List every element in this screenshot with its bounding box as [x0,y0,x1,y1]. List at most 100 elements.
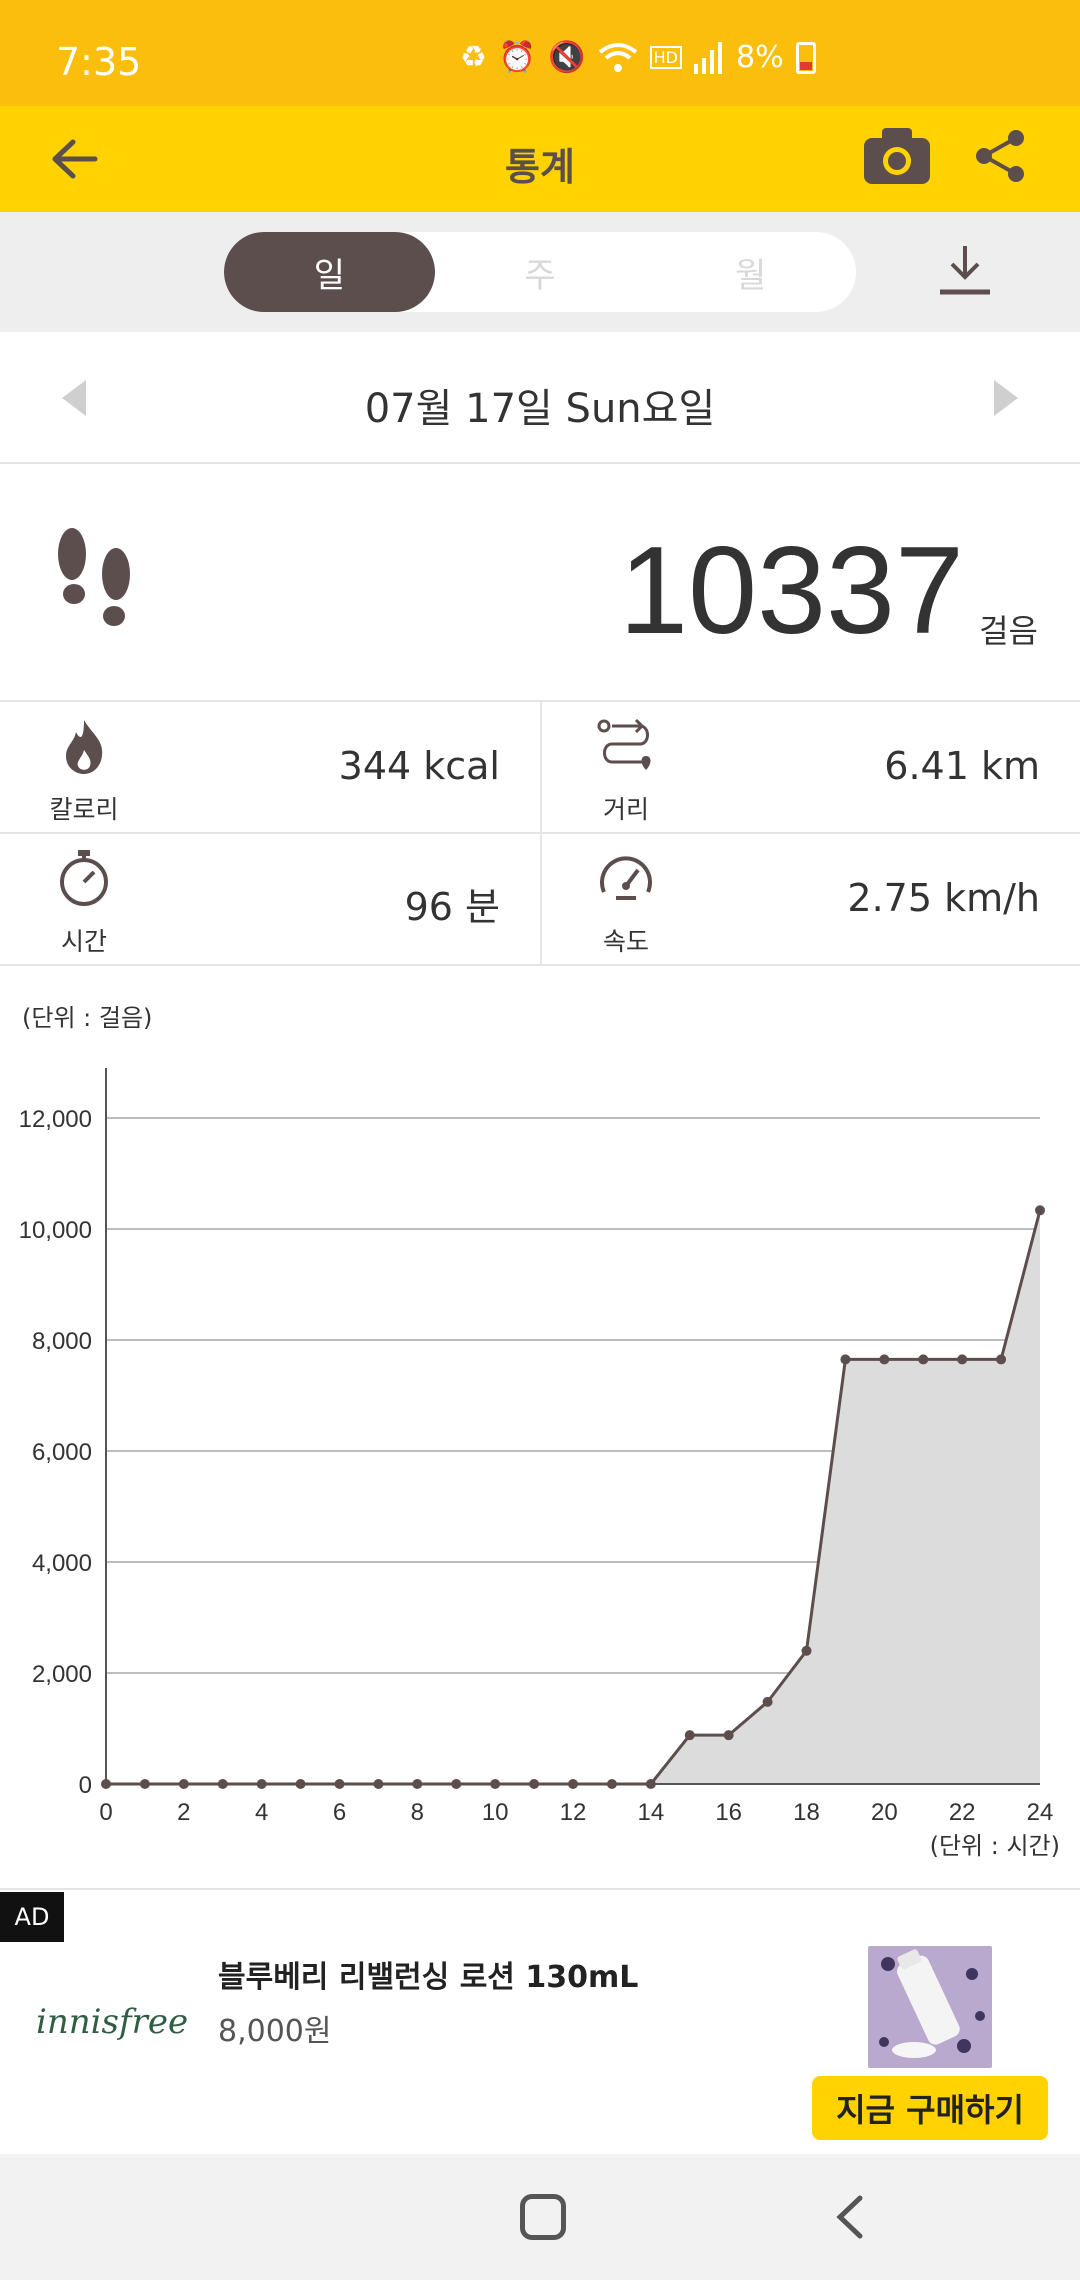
x-tick-label: 6 [333,1799,346,1826]
stat-distance: 거리 6.41 km [540,702,1080,834]
y-tick-label: 10,000 [19,1217,92,1244]
x-tick-label: 10 [482,1799,509,1826]
x-tick-label: 14 [637,1799,664,1826]
data-point [723,1730,734,1741]
share-icon [976,130,1024,182]
triangle-right-icon [994,380,1018,416]
download-icon [940,246,990,295]
data-point [762,1696,773,1707]
recycle-icon: ♻ [460,40,487,75]
stat-speed: 속도 2.75 km/h [540,834,1080,966]
y-tick-label: 8,000 [32,1328,92,1355]
data-point [295,1779,306,1789]
wifi-icon [598,42,637,72]
ad-product-title: 블루베리 리밸런싱 로션 130mL [218,1960,639,1995]
data-point [645,1779,656,1789]
download-button[interactable] [936,242,998,304]
status-icons: ♻ ⏰ 🔇 HD 8% [460,40,816,75]
data-point [684,1730,695,1741]
system-back-button[interactable] [826,2192,876,2242]
app-bar: 통계 [0,106,1080,212]
ad-brand-logo: innisfree [36,2002,189,2042]
ad-badge: AD [0,1892,64,1942]
data-point [101,1779,111,1789]
x-tick-label: 0 [99,1799,112,1826]
next-date-button[interactable] [988,376,1024,420]
speedometer-icon [600,856,652,900]
share-button[interactable] [972,128,1034,190]
data-point [139,1779,150,1789]
x-tick-label: 24 [1027,1799,1054,1826]
speed-value: 2.75 km/h [847,876,1040,920]
y-tick-label: 2,000 [32,1661,92,1688]
data-point [529,1779,540,1789]
period-segmented-control: 일 주 월 [224,232,856,312]
battery-icon [795,41,816,74]
y-tick-label: 6,000 [32,1439,92,1466]
tab-week[interactable]: 주 [435,232,646,312]
ad-product-price: 8,000원 [218,2014,332,2049]
data-point [606,1779,617,1789]
flame-icon [66,720,103,774]
x-tick-label: 16 [715,1799,742,1826]
stat-time: 시간 96 분 [0,834,540,966]
data-point [334,1779,345,1789]
stopwatch-icon [60,850,108,906]
home-button[interactable] [520,2194,566,2240]
stats-grid: 칼로리 344 kcal 거리 6.41 km 시간 96 분 속도 2.75 … [0,702,1080,968]
data-point [256,1779,267,1789]
steps-area-chart: 02,0004,0006,0008,00010,00012,0000 2 4 6 8 10… [19,1068,1054,1826]
footprints-icon [58,528,130,626]
date-label: 07월 17일 Sun요일 [364,386,716,432]
data-point [879,1354,890,1365]
x-tick-label: 12 [560,1799,587,1826]
x-tick-label: 2 [177,1799,190,1826]
camera-button[interactable] [862,126,942,192]
data-point [451,1779,462,1789]
buy-now-button[interactable]: 지금 구매하기 [812,2076,1048,2140]
x-tick-label: 18 [793,1799,820,1826]
data-point [178,1779,189,1789]
status-bar: 7:35 ♻ ⏰ 🔇 HD 8% [0,0,1080,106]
steps-chart: (단위 : 걸음) 0 2,000 4,000 6,000 8,000 10,000 12,… [0,970,1080,1890]
steps-summary: 10337 걸음 [0,464,1080,702]
x-tick-label: 4 [255,1799,268,1826]
route-icon [597,718,651,770]
steps-unit: 걸음 [979,612,1038,650]
distance-value: 6.41 km [884,744,1040,788]
data-point [217,1779,228,1789]
stat-calories: 칼로리 344 kcal [0,702,540,834]
data-point [1035,1205,1045,1216]
x-unit-label: (단위 : 시간) [929,1832,1060,1860]
time-label: 시간 [60,927,107,956]
alarm-icon: ⏰ [498,40,537,75]
ad-banner[interactable]: AD innisfree 블루베리 리밸런싱 로션 130mL 8,000원 지… [0,1892,1080,2154]
x-tick-label: 8 [411,1799,424,1826]
y-tick-label: 0 [79,1772,92,1799]
tab-day[interactable]: 일 [224,232,435,312]
data-point [568,1779,578,1789]
time-value: 96 분 [404,885,500,929]
data-point [918,1354,929,1365]
x-tick-label: 22 [949,1799,976,1826]
y-tick-label: 4,000 [32,1550,92,1577]
camera-icon [864,128,930,184]
data-point [490,1779,501,1789]
data-point [801,1645,812,1656]
calories-value: 344 kcal [338,744,500,788]
chevron-left-icon [836,2195,863,2239]
tab-month[interactable]: 월 [645,232,856,312]
hd-voice-icon: HD [649,46,682,69]
period-tab-area: 일 주 월 [0,212,1080,332]
calories-label: 칼로리 [49,795,119,824]
data-point [840,1354,851,1365]
signal-icon [693,41,722,74]
speed-label: 속도 [602,927,649,956]
x-tick-label: 20 [871,1799,898,1826]
distance-label: 거리 [602,795,649,824]
data-point [996,1354,1007,1365]
data-point [957,1354,968,1365]
status-time: 7:35 [56,40,142,84]
system-nav-bar [0,2154,1080,2280]
ad-product-image [868,1946,992,2068]
